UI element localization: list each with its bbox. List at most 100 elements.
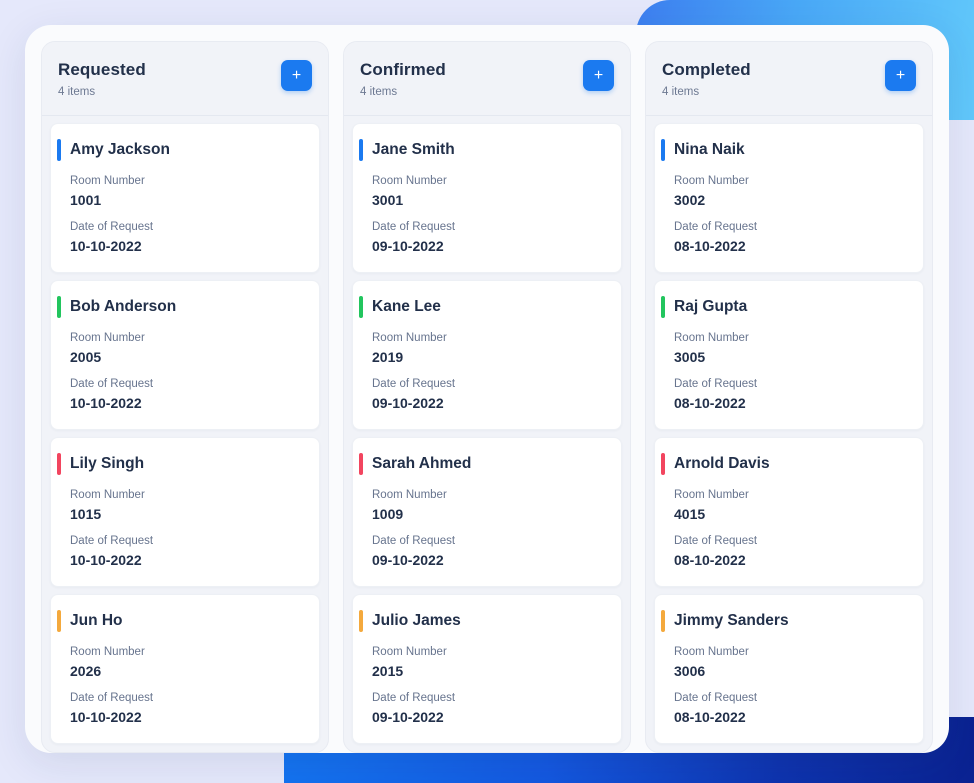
add-card-button[interactable]: +: [885, 60, 916, 91]
request-card[interactable]: Jane Smith Room Number 3001 Date of Request…: [352, 123, 622, 273]
room-number-label: Room Number: [674, 175, 749, 187]
date-of-request-label: Date of Request: [70, 692, 154, 704]
room-number-label: Room Number: [674, 332, 749, 344]
guest-name: Lily Singh: [70, 455, 145, 472]
date-of-request-value: 08-10-2022: [674, 238, 746, 254]
guest-name: Jane Smith: [372, 141, 455, 158]
board-column: Completed 4 items + Nina Naik Room Number 300…: [645, 41, 933, 753]
date-of-request-label: Date of Request: [674, 692, 758, 704]
date-of-request-field: Date of Request 09-10-2022: [372, 691, 605, 727]
card-accent-bar: [57, 296, 61, 318]
date-of-request-value: 10-10-2022: [70, 395, 142, 411]
card-list: Amy Jackson Room Number 1001 Date of Reques…: [42, 116, 328, 752]
date-of-request-field: Date of Request 09-10-2022: [372, 377, 605, 413]
room-number-label: Room Number: [674, 646, 749, 658]
card-accent-bar: [359, 453, 363, 475]
date-of-request-field: Date of Request 10-10-2022: [70, 534, 303, 570]
date-of-request-label: Date of Request: [674, 535, 758, 547]
date-of-request-field: Date of Request 10-10-2022: [70, 377, 303, 413]
column-title: Confirmed: [360, 60, 446, 79]
date-of-request-value: 09-10-2022: [372, 395, 444, 411]
room-number-value: 2015: [372, 663, 404, 679]
date-of-request-field: Date of Request 08-10-2022: [674, 534, 907, 570]
room-number-field: Room Number 4015: [674, 488, 907, 524]
guest-name: Bob Anderson: [70, 298, 177, 315]
column-title-group: Completed 4 items: [662, 60, 751, 99]
room-number-label: Room Number: [372, 175, 447, 187]
date-of-request-value: 08-10-2022: [674, 395, 746, 411]
guest-name: Raj Gupta: [674, 298, 748, 315]
card-accent-bar: [359, 296, 363, 318]
date-of-request-label: Date of Request: [674, 221, 758, 233]
column-title: Requested: [58, 60, 146, 79]
room-number-field: Room Number 2015: [372, 645, 605, 681]
request-card[interactable]: Amy Jackson Room Number 1001 Date of Reques…: [50, 123, 320, 273]
card-accent-bar: [57, 610, 61, 632]
date-of-request-label: Date of Request: [674, 378, 758, 390]
column-title-group: Requested 4 items: [58, 60, 146, 99]
date-of-request-field: Date of Request 08-10-2022: [674, 377, 907, 413]
guest-name: Nina Naik: [674, 141, 745, 158]
date-of-request-label: Date of Request: [372, 535, 456, 547]
column-item-count: 4 items: [58, 86, 96, 98]
request-card[interactable]: Sarah Ahmed Room Number 1009 Date of Reques…: [352, 437, 622, 587]
column-item-count: 4 items: [360, 86, 398, 98]
card-accent-bar: [661, 296, 665, 318]
column-header: Completed 4 items +: [646, 42, 932, 116]
column-header: Requested 4 items +: [42, 42, 328, 116]
board-column: Requested 4 items + Amy Jackson Room Number 1…: [41, 41, 329, 753]
date-of-request-label: Date of Request: [70, 378, 154, 390]
date-of-request-value: 09-10-2022: [372, 238, 444, 254]
room-number-field: Room Number 2026: [70, 645, 303, 681]
room-number-field: Room Number 2019: [372, 331, 605, 367]
date-of-request-value: 10-10-2022: [70, 552, 142, 568]
card-accent-bar: [661, 139, 665, 161]
add-card-button[interactable]: +: [583, 60, 614, 91]
room-number-field: Room Number 2005: [70, 331, 303, 367]
guest-name: Sarah Ahmed: [372, 455, 472, 472]
guest-name: Jun Ho: [70, 612, 123, 629]
room-number-field: Room Number 3006: [674, 645, 907, 681]
guest-name: Julio James: [372, 612, 461, 629]
add-card-button[interactable]: +: [281, 60, 312, 91]
date-of-request-value: 10-10-2022: [70, 238, 142, 254]
card-list: Nina Naik Room Number 3002 Date of Request 0…: [646, 116, 932, 752]
request-card[interactable]: Julio James Room Number 2015 Date of Reques…: [352, 594, 622, 744]
guest-name: Amy Jackson: [70, 141, 170, 158]
date-of-request-value: 08-10-2022: [674, 709, 746, 725]
column-header: Confirmed 4 items +: [344, 42, 630, 116]
kanban-board: Requested 4 items + Amy Jackson Room Number 1…: [25, 25, 949, 753]
card-accent-bar: [359, 610, 363, 632]
room-number-value: 3002: [674, 192, 706, 208]
request-card[interactable]: Jun Ho Room Number 2026 Date of Request 10-1…: [50, 594, 320, 744]
room-number-field: Room Number 1015: [70, 488, 303, 524]
card-accent-bar: [661, 453, 665, 475]
card-accent-bar: [57, 139, 61, 161]
room-number-label: Room Number: [372, 646, 447, 658]
room-number-label: Room Number: [70, 646, 145, 658]
date-of-request-label: Date of Request: [372, 692, 456, 704]
room-number-label: Room Number: [70, 489, 145, 501]
room-number-value: 1001: [70, 192, 102, 208]
request-card[interactable]: Bob Anderson Room Number 2005 Date of Reque…: [50, 280, 320, 430]
column-title: Completed: [662, 60, 751, 79]
room-number-label: Room Number: [674, 489, 749, 501]
room-number-value: 2005: [70, 349, 102, 365]
date-of-request-field: Date of Request 08-10-2022: [674, 691, 907, 727]
date-of-request-field: Date of Request 09-10-2022: [372, 534, 605, 570]
room-number-field: Room Number 3005: [674, 331, 907, 367]
request-card[interactable]: Nina Naik Room Number 3002 Date of Request 0…: [654, 123, 924, 273]
room-number-label: Room Number: [70, 332, 145, 344]
room-number-label: Room Number: [372, 489, 447, 501]
date-of-request-value: 08-10-2022: [674, 552, 746, 568]
date-of-request-value: 09-10-2022: [372, 552, 444, 568]
request-card[interactable]: Jimmy Sanders Room Number 3006 Date of Requ…: [654, 594, 924, 744]
column-title-group: Confirmed 4 items: [360, 60, 446, 99]
request-card[interactable]: Raj Gupta Room Number 3005 Date of Request 0…: [654, 280, 924, 430]
date-of-request-label: Date of Request: [70, 535, 154, 547]
request-card[interactable]: Lily Singh Room Number 1015 Date of Request…: [50, 437, 320, 587]
request-card[interactable]: Arnold Davis Room Number 4015 Date of Reque…: [654, 437, 924, 587]
request-card[interactable]: Kane Lee Room Number 2019 Date of Request 09…: [352, 280, 622, 430]
room-number-value: 1009: [372, 506, 404, 522]
room-number-field: Room Number 3002: [674, 174, 907, 210]
